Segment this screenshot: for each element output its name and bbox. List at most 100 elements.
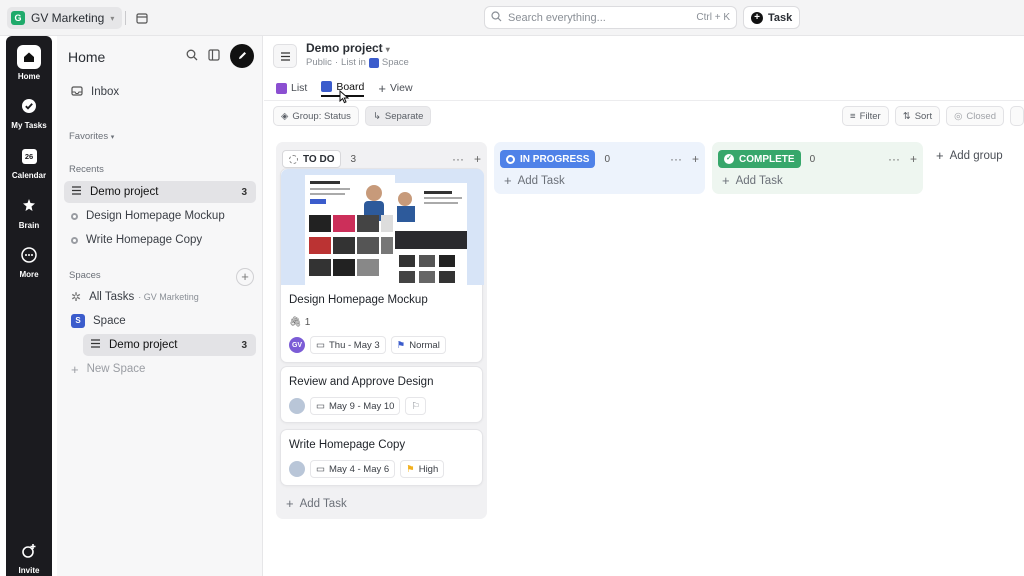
search-input[interactable]: Search everything... Ctrl + K xyxy=(484,6,737,29)
sort-label: Sort xyxy=(914,110,933,122)
rail-item-invite[interactable]: Invite xyxy=(6,539,52,575)
all-tasks-workspace: · GV Marketing xyxy=(138,292,199,302)
card-title: Design Homepage Mockup xyxy=(289,294,428,306)
plus-icon: + xyxy=(286,496,294,511)
task-status-icon xyxy=(71,236,78,244)
new-task-button[interactable]: + Task xyxy=(743,6,801,29)
task-card-review-and-approve-design[interactable]: Review and Approve Design ▭ May 9 - May 1… xyxy=(280,366,483,423)
priority-chip[interactable]: ⚑ High xyxy=(400,460,445,478)
recent-item-demo-project[interactable]: Demo project 3 xyxy=(64,181,256,203)
rail-item-my-tasks[interactable]: My Tasks xyxy=(6,94,52,130)
add-task-button[interactable]: + Add Task xyxy=(286,496,347,511)
icon-rail: Home My Tasks 26 Calendar Brain More Inv… xyxy=(6,36,52,576)
sidebar-item-demo-project[interactable]: Demo project 3 xyxy=(83,334,256,356)
assignee-avatar[interactable] xyxy=(289,461,305,477)
flag-icon: ⚑ xyxy=(396,339,406,351)
closed-toggle[interactable]: ◎ Closed xyxy=(946,106,1004,126)
group-by-button[interactable]: ◈ Group: Status xyxy=(273,106,359,126)
rail-item-calendar[interactable]: 26 Calendar xyxy=(6,144,52,180)
more-icon[interactable]: ··· xyxy=(888,152,900,166)
assignee-avatar[interactable]: GV xyxy=(289,337,305,353)
attachments-indicator: 🖇 1 xyxy=(289,312,310,332)
favorites-label: Favorites xyxy=(69,131,109,142)
rail-item-home[interactable]: Home xyxy=(6,45,52,81)
inbox-icon xyxy=(71,85,83,100)
more-icon xyxy=(17,243,41,267)
status-label: TO DO xyxy=(303,153,335,165)
add-task-button[interactable]: + Add Task xyxy=(504,173,565,188)
due-date-chip[interactable]: ▭ May 9 - May 10 xyxy=(310,397,401,415)
space-icon xyxy=(368,57,379,68)
compose-button[interactable] xyxy=(230,44,254,68)
sidebar-item-space[interactable]: S Space xyxy=(64,310,256,332)
more-icon[interactable]: ··· xyxy=(452,152,464,166)
rail-item-brain[interactable]: Brain xyxy=(6,194,52,230)
list-icon[interactable] xyxy=(273,44,297,68)
asterisk-icon: ✲ xyxy=(71,290,82,304)
more-options-button[interactable] xyxy=(1010,106,1024,126)
status-badge-in-progress[interactable]: IN PROGRESS xyxy=(500,150,596,168)
brain-icon xyxy=(17,194,41,218)
more-icon[interactable]: ··· xyxy=(670,152,682,166)
task-card-write-homepage-copy[interactable]: Write Homepage Copy ▭ May 4 - May 6 ⚑ High xyxy=(280,429,483,486)
progress-circle-icon xyxy=(506,154,515,164)
sidebar-item-label: Demo project xyxy=(109,339,178,351)
sidebar: Home Inbox Favorites ▾ Recents Demo proj… xyxy=(57,36,263,576)
due-date-chip[interactable]: ▭ May 4 - May 6 xyxy=(310,460,396,478)
list-view-icon xyxy=(276,82,287,94)
column-count: 0 xyxy=(809,153,816,165)
separate-button[interactable]: ↳ Separate xyxy=(364,106,432,126)
recent-item-design-homepage-mockup[interactable]: Design Homepage Mockup xyxy=(64,205,256,227)
project-title[interactable]: Demo project ▾ xyxy=(306,41,390,55)
add-task-button[interactable]: + Add Task xyxy=(722,173,783,188)
add-group-button[interactable]: + Add group xyxy=(936,148,1003,163)
plus-icon[interactable]: + xyxy=(910,152,917,166)
list-icon xyxy=(71,185,82,199)
task-card-design-homepage-mockup[interactable]: Design Homepage Mockup 🖇 1 GV ▭ Thu - May… xyxy=(280,168,484,363)
closed-label: Closed xyxy=(966,110,996,122)
status-badge-todo[interactable]: TO DO xyxy=(282,150,342,168)
workspace-switcher[interactable]: G GV Marketing ▾ xyxy=(7,7,123,29)
favorites-header[interactable]: Favorites ▾ xyxy=(69,131,114,142)
column-actions: ··· + xyxy=(670,152,699,166)
chevron-down-icon: ▾ xyxy=(385,45,390,54)
sidebar-toggle-icon[interactable] xyxy=(208,48,220,64)
sidebar-item-inbox[interactable]: Inbox xyxy=(64,81,256,103)
space-link[interactable]: Space xyxy=(382,57,409,68)
recent-item-write-homepage-copy[interactable]: Write Homepage Copy xyxy=(64,229,256,251)
new-space-button[interactable]: + New Space xyxy=(64,358,256,380)
plus-icon: + xyxy=(751,11,763,24)
due-date-chip[interactable]: ▭ Thu - May 3 xyxy=(310,336,386,354)
add-view-button[interactable]: + View xyxy=(378,79,412,97)
check-circle-icon: ✓ xyxy=(724,154,734,164)
card-title: Write Homepage Copy xyxy=(289,439,406,451)
priority-chip[interactable]: ⚑ Normal xyxy=(390,336,446,354)
dashed-circle-icon xyxy=(289,154,298,164)
column-header: ✓ COMPLETE 0 ··· + xyxy=(718,148,917,170)
add-space-button[interactable]: + xyxy=(236,268,254,286)
rail-label: Calendar xyxy=(11,171,47,180)
plus-icon: + xyxy=(722,173,730,188)
search-icon[interactable] xyxy=(186,49,198,64)
visibility-label: Public xyxy=(306,57,332,68)
assignee-avatar[interactable] xyxy=(289,398,305,414)
due-date: May 9 - May 10 xyxy=(328,400,395,412)
card-meta: GV ▭ Thu - May 3 ⚑ Normal xyxy=(289,335,446,355)
sort-button[interactable]: ⇅ Sort xyxy=(894,106,941,126)
workspace-logo: G xyxy=(11,11,25,25)
task-count: 3 xyxy=(241,186,247,198)
rail-item-more[interactable]: More xyxy=(6,243,52,279)
add-group-label: Add group xyxy=(949,149,1003,162)
main-content: Demo project ▾ Public · List in Space Lis… xyxy=(264,36,1024,576)
plus-icon[interactable]: + xyxy=(692,152,699,166)
plus-icon[interactable]: + xyxy=(474,152,481,166)
status-badge-complete[interactable]: ✓ COMPLETE xyxy=(718,150,801,168)
sidebar-item-all-tasks[interactable]: ✲ All Tasks · GV Marketing xyxy=(64,286,256,308)
calendar-icon[interactable] xyxy=(136,12,148,27)
board-toolbar: ◈ Group: Status ↳ Separate xyxy=(273,106,432,126)
card-meta: ▭ May 9 - May 10 ⚐ xyxy=(289,396,426,416)
task-count: 3 xyxy=(241,339,247,351)
priority-chip[interactable]: ⚐ xyxy=(405,397,426,415)
filter-button[interactable]: ≡ Filter xyxy=(842,106,889,126)
tab-list[interactable]: List xyxy=(276,79,307,97)
